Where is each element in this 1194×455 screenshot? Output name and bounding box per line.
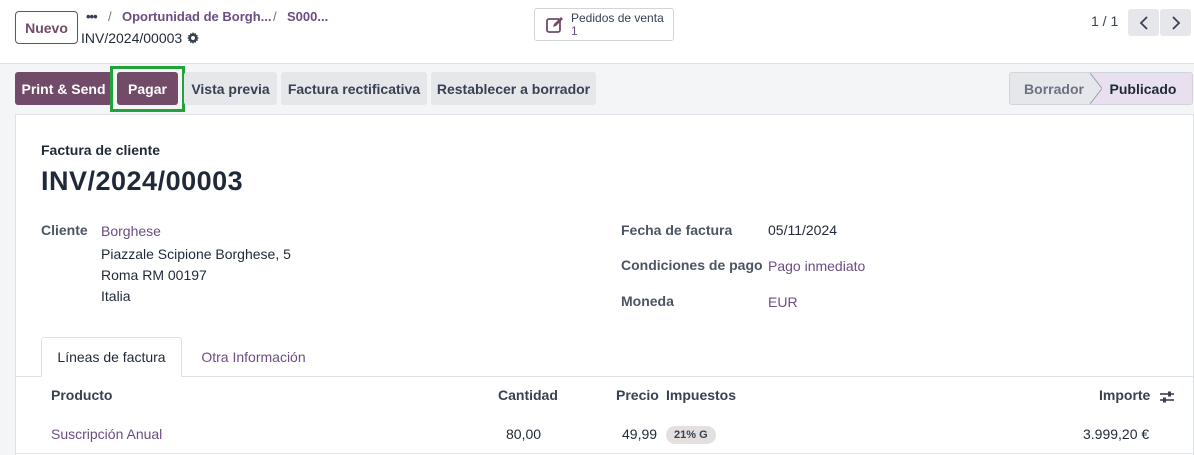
gear-icon[interactable] (187, 32, 200, 44)
customer-label: Cliente (41, 222, 88, 238)
pager-next-button[interactable] (1160, 9, 1191, 36)
document-type: Factura de cliente (41, 142, 161, 158)
column-header-price[interactable]: Precio (616, 387, 659, 403)
record-title: INV/2024/00003 (81, 30, 200, 46)
table-cell-product[interactable]: Suscripción Anual (51, 426, 162, 442)
breadcrumb-separator: / (273, 9, 277, 24)
customer-address-line: Piazzale Scipione Borghese, 5 (101, 246, 291, 262)
tab-invoice-lines[interactable]: Líneas de factura (41, 337, 182, 377)
customer-link[interactable]: Borghese (101, 223, 161, 239)
table-cell-price[interactable]: 49,99 (622, 426, 657, 442)
table-cell-quantity[interactable]: 80,00 (506, 426, 541, 442)
reset-to-draft-button[interactable]: Restablecer a borrador (431, 72, 596, 105)
currency-field[interactable]: EUR (768, 294, 798, 310)
breadcrumb-sale-order[interactable]: S000... (287, 9, 328, 24)
chevron-right-icon (1171, 15, 1180, 30)
print-send-button[interactable]: Print & Send (15, 72, 112, 105)
record-name: INV/2024/00003 (81, 30, 183, 46)
status-arrow (1090, 73, 1102, 104)
chevron-left-icon (1139, 15, 1148, 30)
control-panel: Nuevo ••• / Oportunidad de Borgh... / S0… (0, 0, 1194, 64)
optional-columns-icon[interactable] (1159, 389, 1175, 405)
notebook-tabs: Líneas de factura Otra Información (16, 337, 1194, 377)
invoice-number: INV/2024/00003 (41, 166, 244, 196)
edit-icon (546, 16, 563, 33)
status-draft[interactable]: Borrador (1010, 73, 1098, 104)
status-posted[interactable]: Publicado (1092, 73, 1192, 104)
invoice-sheet: Factura de cliente INV/2024/00003 Client… (15, 114, 1194, 455)
breadcrumb-opportunity[interactable]: Oportunidad de Borgh... (122, 9, 272, 24)
sale-orders-smart-button[interactable]: Pedidos de venta 1 (534, 8, 674, 41)
customer-address-line: Italia (101, 288, 131, 304)
status-bar: Borrador Publicado (1009, 72, 1193, 105)
payment-terms-field[interactable]: Pago inmediato (768, 258, 865, 274)
column-header-amount[interactable]: Importe (1099, 387, 1150, 403)
table-cell-amount: 3.999,20 € (1083, 426, 1150, 442)
credit-note-button[interactable]: Factura rectificativa (281, 72, 427, 105)
highlight-box (110, 66, 185, 112)
row-divider (16, 453, 1194, 454)
currency-label: Moneda (621, 293, 674, 309)
tax-badge[interactable]: 21% G (666, 426, 716, 444)
breadcrumb-more-button[interactable]: ••• (86, 9, 98, 24)
invoice-date-label: Fecha de factura (621, 222, 733, 238)
column-header-product[interactable]: Producto (51, 387, 112, 403)
invoice-date-field[interactable]: 05/11/2024 (768, 222, 837, 238)
column-header-quantity[interactable]: Cantidad (498, 387, 558, 403)
customer-address-line: Roma RM 00197 (101, 267, 207, 283)
smart-button-count: 1 (571, 23, 578, 38)
payment-terms-label: Condiciones de pago (621, 257, 763, 273)
smart-button-label: Pedidos de venta (571, 10, 664, 25)
column-header-taxes[interactable]: Impuestos (666, 387, 736, 403)
pager-value[interactable]: 1 / 1 (1091, 13, 1118, 29)
tab-other-info[interactable]: Otra Información (186, 337, 321, 377)
pager-previous-button[interactable] (1128, 9, 1159, 36)
preview-button[interactable]: Vista previa (184, 72, 277, 105)
new-button[interactable]: Nuevo (15, 11, 78, 44)
breadcrumb-separator: / (108, 9, 112, 24)
